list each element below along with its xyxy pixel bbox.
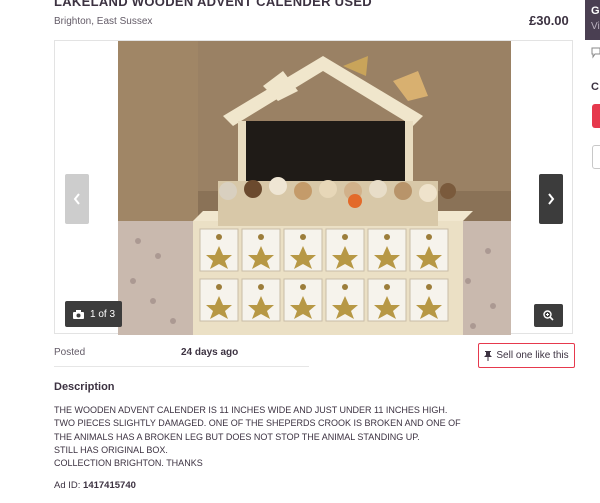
divider	[54, 366, 309, 367]
ad-id-value: 1417415740	[83, 480, 136, 491]
zoom-in-icon	[543, 310, 554, 321]
listing-location: Brighton, East Sussex	[54, 16, 153, 27]
secondary-button[interactable]	[592, 145, 600, 169]
description-line: THE ANIMALS HAS A BROKEN LEG BUT DOES NO…	[54, 431, 420, 442]
seller-panel[interactable]: G Vi	[585, 0, 600, 40]
next-image-button[interactable]	[539, 174, 563, 224]
camera-icon	[73, 309, 84, 319]
speech-bubble-icon	[591, 47, 600, 62]
chevron-right-icon	[548, 193, 555, 205]
description-line: THE WOODEN ADVENT CALENDER IS 11 INCHES …	[54, 405, 448, 415]
listing-title: LAKELAND WOODEN ADVENT CALENDER USED	[54, 0, 372, 9]
posted-label: Posted	[54, 347, 86, 358]
pin-icon	[484, 351, 493, 361]
sell-button-label: Sell one like this	[496, 350, 569, 361]
description-body: THE WOODEN ADVENT CALENDER IS 11 INCHES …	[54, 404, 474, 470]
zoom-button[interactable]	[534, 304, 563, 327]
description-line: TWO PIECES SLIGHTLY DAMAGED. ONE OF THE …	[54, 418, 461, 429]
image-counter: 1 of 3	[65, 301, 122, 327]
contact-heading: C	[591, 81, 599, 93]
ad-id: Ad ID: 1417415740	[54, 480, 136, 491]
ad-id-label: Ad ID:	[54, 480, 81, 491]
description-heading: Description	[54, 381, 115, 393]
contact-button[interactable]	[592, 104, 600, 128]
listing-photo[interactable]	[118, 41, 511, 335]
listing-price: £30.00	[529, 13, 569, 28]
previous-image-button[interactable]	[65, 174, 89, 224]
sell-one-like-this-button[interactable]: Sell one like this	[478, 343, 575, 368]
image-gallery: 1 of 3	[54, 40, 573, 335]
description-line: STILL HAS ORIGINAL BOX.	[54, 444, 168, 455]
seller-link[interactable]: Vi	[591, 21, 600, 32]
description-line: COLLECTION BRIGHTON. THANKS	[54, 458, 203, 469]
chevron-left-icon	[73, 193, 80, 205]
image-counter-text: 1 of 3	[90, 308, 116, 320]
posted-value: 24 days ago	[181, 347, 239, 358]
seller-initial: G	[591, 5, 600, 17]
